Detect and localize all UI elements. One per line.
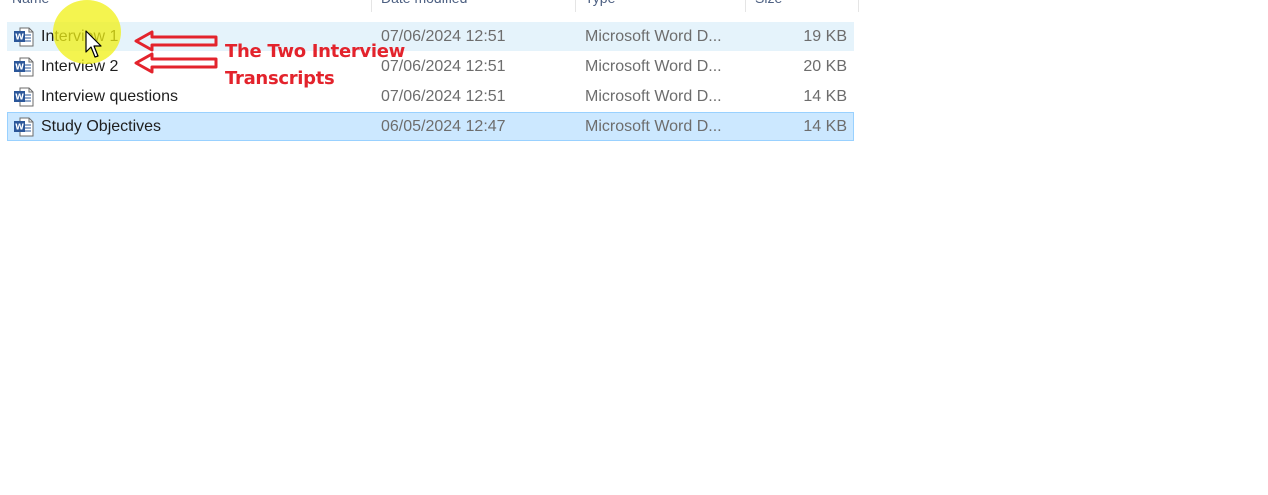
annotation-line-1: The Two Interview <box>225 41 405 62</box>
column-header-date-modified[interactable]: Date modified <box>381 0 467 12</box>
svg-text:W: W <box>15 93 24 102</box>
file-row-study-objectives[interactable]: W Study Objectives 06/05/2024 12:47 Micr… <box>7 112 854 141</box>
annotation-arrow-left-icon <box>134 30 218 52</box>
mouse-pointer-icon <box>85 30 102 58</box>
svg-text:W: W <box>15 63 24 72</box>
file-type: Microsoft Word D... <box>585 118 722 135</box>
word-document-icon: W <box>14 117 34 137</box>
annotation-line-2: Transcripts <box>225 68 335 89</box>
column-divider[interactable] <box>371 0 372 12</box>
column-header-size[interactable]: Size <box>755 0 782 12</box>
file-type: Microsoft Word D... <box>585 88 722 105</box>
column-divider[interactable] <box>575 0 576 12</box>
file-row-interview-questions[interactable]: W Interview questions 07/06/2024 12:51 M… <box>7 82 854 111</box>
column-header-bar: Name Date modified Type Size <box>0 0 860 14</box>
file-name[interactable]: Interview questions <box>41 83 178 110</box>
file-size: 19 KB <box>803 28 847 45</box>
column-divider[interactable] <box>858 0 859 12</box>
svg-text:W: W <box>15 123 24 132</box>
word-document-icon: W <box>14 57 34 77</box>
column-divider[interactable] <box>745 0 746 12</box>
file-size: 14 KB <box>803 88 847 105</box>
annotation-callout: The Two Interview Transcripts <box>225 38 405 92</box>
word-document-icon: W <box>14 87 34 107</box>
file-type: Microsoft Word D... <box>585 58 722 75</box>
file-name[interactable]: Interview 2 <box>41 53 118 80</box>
file-size: 14 KB <box>803 118 847 135</box>
svg-text:W: W <box>15 33 24 42</box>
file-name[interactable]: Interview 1 <box>41 23 118 50</box>
annotation-arrow-left-icon <box>134 52 218 74</box>
word-document-icon: W <box>14 27 34 47</box>
file-size: 20 KB <box>803 58 847 75</box>
file-date-modified: 06/05/2024 12:47 <box>381 118 506 135</box>
file-type: Microsoft Word D... <box>585 28 722 45</box>
column-header-name[interactable]: Name <box>12 0 49 12</box>
file-name[interactable]: Study Objectives <box>41 113 161 140</box>
column-header-type[interactable]: Type <box>585 0 615 12</box>
